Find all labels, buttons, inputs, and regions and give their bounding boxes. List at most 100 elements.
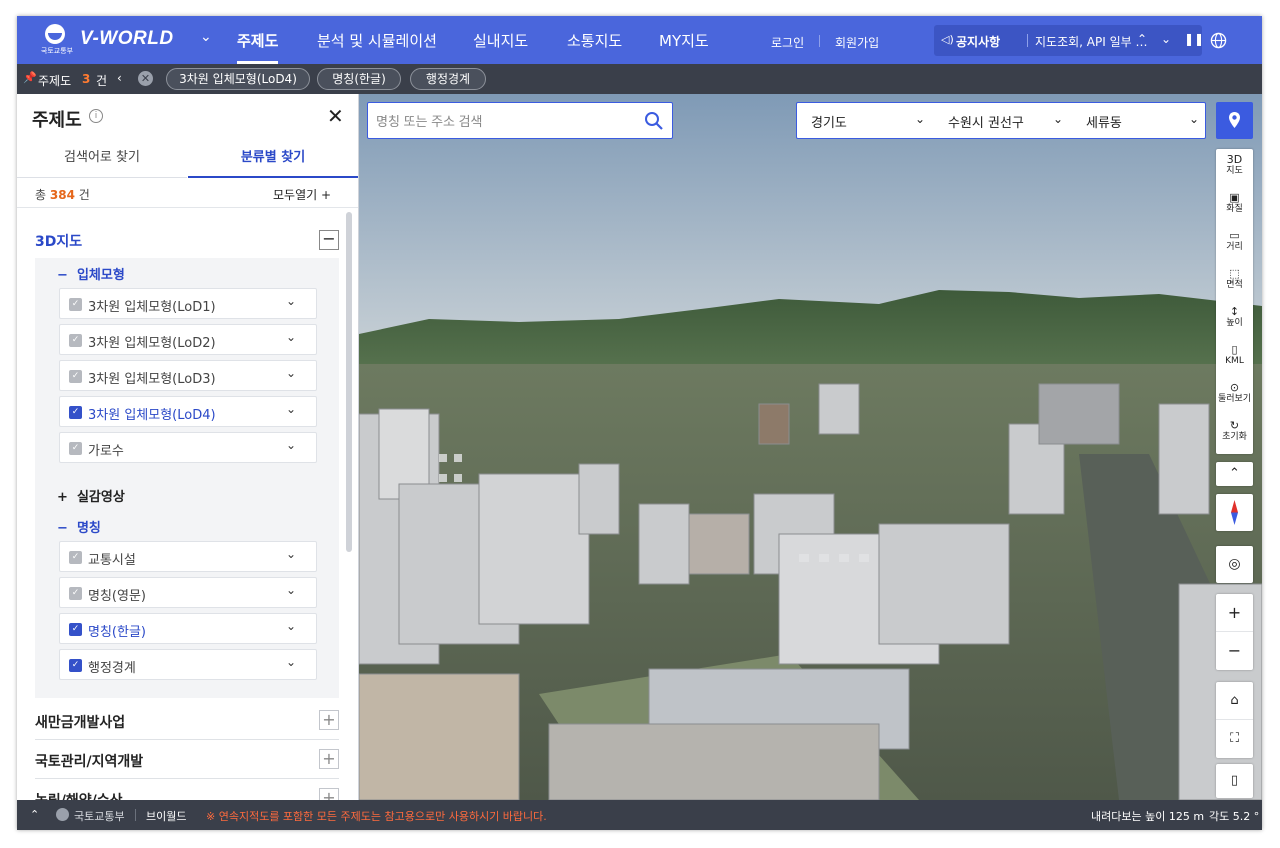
tool-quality[interactable]: ▣ 화질 <box>1216 187 1253 225</box>
globe-icon[interactable] <box>1210 32 1227 49</box>
my-location-button[interactable]: ◎ <box>1216 546 1253 583</box>
scrollbar[interactable] <box>346 212 352 552</box>
tool-look-around[interactable]: ⊙ 둘러보기 <box>1216 377 1253 415</box>
checkbox[interactable]: ✓ <box>69 442 82 455</box>
ministry-logo[interactable]: 국토교통부 <box>35 24 75 58</box>
checkbox-checked[interactable]: ✓ <box>69 623 82 636</box>
zoom-in-icon[interactable]: + <box>1216 594 1253 632</box>
layer-item[interactable]: ✓ 3차원 입체모형(LoD2) ⌄ <box>59 324 317 355</box>
layer-item[interactable]: ✓ 명칭(영문) ⌄ <box>59 577 317 608</box>
checkbox-checked[interactable]: ✓ <box>69 659 82 672</box>
chevron-up-icon[interactable]: ⌃ <box>1137 32 1147 46</box>
collapse-chevron-icon[interactable]: ‹ <box>117 71 122 85</box>
login-link[interactable]: 로그인 <box>771 34 804 51</box>
menu-my-map[interactable]: MY지도 <box>659 30 709 51</box>
category-3d-map[interactable]: 3D지도 <box>35 231 82 251</box>
ministry-label: 국토교통부 <box>74 810 125 823</box>
location-button[interactable] <box>1216 102 1253 139</box>
subcategory-imagery[interactable]: + 실감영상 <box>57 486 125 505</box>
chevron-down-icon[interactable]: ⌄ <box>286 294 296 308</box>
chevron-down-icon[interactable]: ⌄ <box>1053 112 1063 126</box>
layer-item[interactable]: ✓ 교통시설 ⌄ <box>59 541 317 572</box>
search-icon[interactable] <box>644 111 664 131</box>
layer-item[interactable]: ✓ 명칭(한글) ⌄ <box>59 613 317 644</box>
layer-tag[interactable]: 명칭(한글) <box>317 68 401 90</box>
subcategory-names[interactable]: − 명칭 <box>57 517 101 536</box>
menu-theme-map[interactable]: 주제도 <box>237 30 279 64</box>
map-3d-view[interactable]: 경기도 ⌄ 수원시 권선구 ⌄ 세류동 ⌄ 3D 지도 ▣ 화질 ▭ <box>359 94 1262 800</box>
tab-keyword-search[interactable]: 검색어로 찾기 <box>17 138 187 178</box>
collapse-icon[interactable]: − <box>319 230 339 250</box>
checkbox[interactable]: ✓ <box>69 334 82 347</box>
chevron-down-icon[interactable]: ⌄ <box>286 583 296 597</box>
clear-all-icon[interactable]: ✕ <box>138 71 153 86</box>
layer-item[interactable]: ✓ 3차원 입체모형(LoD1) ⌄ <box>59 288 317 319</box>
chevron-down-icon[interactable]: ⌄ <box>1189 112 1199 126</box>
signup-link[interactable]: 회원가입 <box>835 34 879 51</box>
tool-area[interactable]: ⬚ 면적 <box>1216 263 1253 301</box>
menu-analysis[interactable]: 분석 및 시뮬레이션 <box>317 30 437 51</box>
tool-height[interactable]: ↕ 높이 <box>1216 301 1253 339</box>
chevron-down-icon[interactable]: ⌄ <box>286 619 296 633</box>
selected-layers-count: 3 <box>82 72 91 86</box>
layer-item[interactable]: ✓ 행정경계 ⌄ <box>59 649 317 680</box>
menu-community-map[interactable]: 소통지도 <box>567 30 622 51</box>
subcategory-model[interactable]: − 입체모형 <box>57 264 125 283</box>
total-prefix: 총 <box>35 188 47 202</box>
tool-reset[interactable]: ↻ 초기화 <box>1216 415 1253 453</box>
category-saemangeum[interactable]: 새만금개발사업 <box>35 712 125 732</box>
chevron-down-icon[interactable]: ⌄ <box>286 547 296 561</box>
expand-all-button[interactable]: 모두열기 + <box>273 186 331 203</box>
layer-tag[interactable]: 3차원 입체모형(LoD4) <box>166 68 310 90</box>
zoom-out-icon[interactable]: − <box>1216 632 1253 670</box>
layer-item[interactable]: ✓ 가로수 ⌄ <box>59 432 317 463</box>
disclaimer-text: ※ 연속지적도를 포함한 모든 주제도는 참고용으로만 사용하시기 바랍니다. <box>206 810 547 823</box>
search-input[interactable] <box>376 109 636 133</box>
expand-icon[interactable]: + <box>319 749 339 769</box>
brand-logo[interactable]: V-WORLD <box>80 28 174 50</box>
info-icon[interactable]: i <box>89 109 103 123</box>
expand-icon[interactable]: + <box>319 710 339 730</box>
category-agriculture[interactable]: 농림/해양/수산 <box>35 790 123 800</box>
menu-indoor-map[interactable]: 실내지도 <box>473 30 528 51</box>
tool-3d-map[interactable]: 3D 지도 <box>1216 149 1253 187</box>
district-select[interactable]: 세류동 <box>1086 112 1122 131</box>
subcategory-label: 실감영상 <box>76 490 125 505</box>
checkbox[interactable]: ✓ <box>69 551 82 564</box>
chevron-down-icon[interactable]: ⌄ <box>200 29 212 45</box>
layer-tag[interactable]: 행정경계 <box>410 68 486 90</box>
city-3d-scene[interactable] <box>359 94 1262 800</box>
close-icon[interactable]: ✕ <box>327 104 344 128</box>
chevron-down-icon[interactable]: ⌄ <box>1161 32 1171 46</box>
chevron-down-icon[interactable]: ⌄ <box>286 438 296 452</box>
expand-icon[interactable]: + <box>319 788 339 800</box>
tab-category-search[interactable]: 분류별 찾기 <box>188 138 358 178</box>
layer-item[interactable]: ✓ 3차원 입체모형(LoD4) ⌄ <box>59 396 317 427</box>
category-land-management[interactable]: 국토관리/지역개발 <box>35 751 143 771</box>
chevron-down-icon[interactable]: ⌄ <box>286 655 296 669</box>
map-tool-panel: 3D 지도 ▣ 화질 ▭ 거리 ⬚ 면적 ↕ 높이 ▯ KML ⊙ 둘러보기 ↻… <box>1216 149 1253 454</box>
notice-ticker[interactable]: ◁) 공지사항 지도조회, API 일부 … ⌃ ⌄ ❚❚ <box>934 25 1204 56</box>
tool-kml[interactable]: ▯ KML <box>1216 339 1253 377</box>
layer-item[interactable]: ✓ 3차원 입체모형(LoD3) ⌄ <box>59 360 317 391</box>
chevron-down-icon[interactable]: ⌄ <box>286 402 296 416</box>
chevron-down-icon[interactable]: ⌄ <box>915 112 925 126</box>
home-icon[interactable]: ⌂ <box>1216 682 1253 720</box>
tool-distance[interactable]: ▭ 거리 <box>1216 225 1253 263</box>
place-search-box[interactable] <box>367 102 673 139</box>
fullscreen-icon[interactable]: ⛶ <box>1216 720 1253 758</box>
chevron-down-icon[interactable]: ⌄ <box>286 330 296 344</box>
checkbox[interactable]: ✓ <box>69 370 82 383</box>
city-select[interactable]: 수원시 권선구 <box>948 112 1024 131</box>
checkbox[interactable]: ✓ <box>69 587 82 600</box>
province-select[interactable]: 경기도 <box>811 112 847 131</box>
compass-button[interactable] <box>1216 494 1253 531</box>
mouse-guide-button[interactable]: ▯ <box>1216 764 1253 798</box>
divider <box>1027 34 1028 47</box>
chevron-up-icon[interactable]: ⌃ <box>30 808 39 821</box>
checkbox[interactable]: ✓ <box>69 298 82 311</box>
checkbox-checked[interactable]: ✓ <box>69 406 82 419</box>
chevron-down-icon[interactable]: ⌄ <box>286 366 296 380</box>
pause-icon[interactable]: ❚❚ <box>1184 32 1204 46</box>
collapse-tools-button[interactable]: ⌃ <box>1216 462 1253 486</box>
